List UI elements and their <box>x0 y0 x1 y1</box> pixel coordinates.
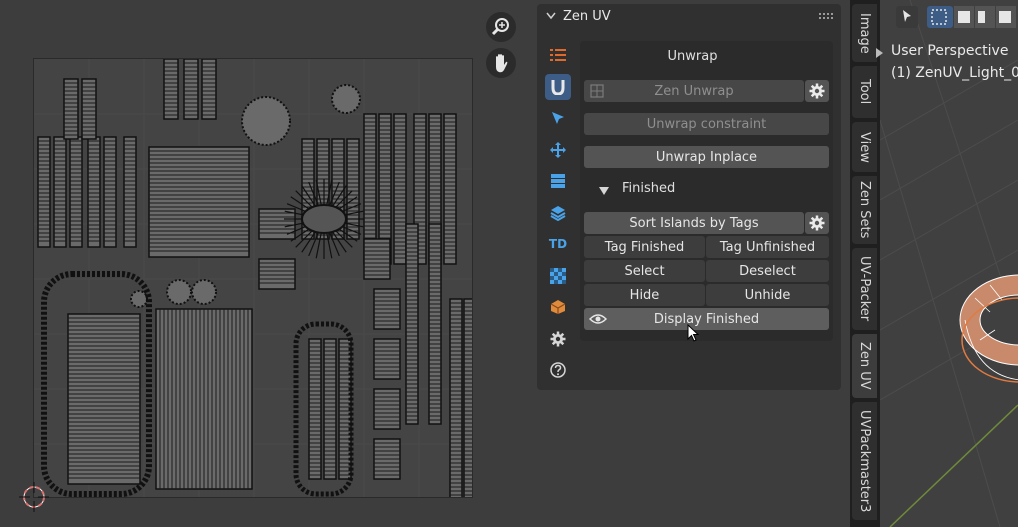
mouse-pointer-icon <box>687 324 700 342</box>
tab-select[interactable] <box>545 105 571 131</box>
2d-cursor-icon[interactable] <box>19 482 49 512</box>
chevron-down-icon <box>546 12 556 20</box>
uv-islands <box>34 59 472 497</box>
unwrap-inplace-button[interactable]: Unwrap Inplace <box>584 146 829 168</box>
deselect-finished-button[interactable]: Deselect <box>706 260 829 282</box>
tab-uv-packer[interactable]: UV-Packer <box>852 248 877 330</box>
tab-checker[interactable] <box>545 263 571 289</box>
zen-unwrap-button[interactable]: Zen Unwrap <box>584 80 804 102</box>
panel-header[interactable]: Zen UV <box>537 4 841 30</box>
gear-icon <box>809 83 825 99</box>
viewport-object-label: (1) ZenUV_Light_01 <box>891 65 1018 81</box>
tab-preferences[interactable] <box>545 326 571 352</box>
tab-zen-sets[interactable]: Zen Sets <box>852 176 877 244</box>
expand-arrow-icon[interactable] <box>876 48 883 58</box>
mesh-torus[interactable] <box>959 274 1018 383</box>
tab-help[interactable] <box>545 357 571 383</box>
sidebar-tabs: Image Tool View Zen Sets UV-Packer Zen U… <box>850 0 880 527</box>
display-finished-button[interactable]: Display Finished <box>584 308 829 330</box>
zen-unwrap-settings-button[interactable] <box>805 80 829 102</box>
uv-editor[interactable] <box>0 0 536 527</box>
tab-stack[interactable] <box>545 168 571 194</box>
blender-window: Zen UV TD Unwrap Zen Unwrap Unwrap const… <box>0 0 1018 527</box>
tag-unfinished-button[interactable]: Tag Unfinished <box>706 236 829 258</box>
tab-list[interactable] <box>545 42 571 68</box>
checker-icon <box>550 267 566 284</box>
hand-icon <box>496 54 508 73</box>
tag-finished-button[interactable]: Tag Finished <box>584 236 705 258</box>
tab-zen-uv[interactable]: Zen UV <box>852 334 877 398</box>
tab-texel-density[interactable]: TD <box>545 231 571 257</box>
tab-pack[interactable] <box>545 294 571 320</box>
display-finished-label: Display Finished <box>653 311 760 327</box>
unhide-finished-button[interactable]: Unhide <box>706 284 829 306</box>
viewport-select-tools <box>896 6 1016 28</box>
viewport-perspective-label: User Perspective <box>891 43 1009 59</box>
help-icon <box>550 362 566 378</box>
unwrap-section: Unwrap Zen Unwrap Unwrap constraint Unwr… <box>580 41 833 341</box>
triangle-down-icon[interactable] <box>599 187 609 195</box>
zen-unwrap-icon <box>590 84 604 98</box>
select-arrow-icon <box>552 112 564 124</box>
select-mode-icons <box>896 6 1016 28</box>
package-icon <box>550 300 566 314</box>
sort-islands-button[interactable]: Sort Islands by Tags <box>584 212 804 234</box>
tab-image[interactable]: Image <box>852 4 877 62</box>
tab-layers[interactable] <box>545 200 571 226</box>
select-finished-button[interactable]: Select <box>584 260 705 282</box>
hide-finished-button[interactable]: Hide <box>584 284 705 306</box>
move-icon <box>550 141 566 158</box>
pan-button[interactable] <box>486 48 516 78</box>
eye-icon <box>589 314 607 324</box>
list-icon <box>550 49 566 61</box>
tab-view[interactable]: View <box>852 122 877 172</box>
zoom-icon <box>491 18 509 36</box>
gear-icon <box>550 331 566 346</box>
grid-icon <box>551 174 565 188</box>
unwrap-constraint-button[interactable]: Unwrap constraint <box>584 113 829 135</box>
layers-icon <box>550 205 566 221</box>
unwrap-heading: Unwrap <box>667 49 718 64</box>
uv-canvas[interactable] <box>33 58 473 498</box>
tab-tool[interactable]: Tool <box>852 66 877 118</box>
drag-handle-icon[interactable] <box>819 13 833 20</box>
zoom-button[interactable] <box>486 12 516 42</box>
magnet-icon <box>551 79 565 95</box>
invert-select-icon <box>999 11 1011 23</box>
finished-heading[interactable]: Finished <box>622 181 675 196</box>
gear-icon <box>809 215 825 231</box>
tab-uvpackmaster3[interactable]: UVPackmaster3 <box>852 402 877 520</box>
td-icon: TD <box>548 237 568 251</box>
tab-unwrap[interactable] <box>545 73 571 100</box>
subtract-select-icon <box>978 11 985 23</box>
zen-unwrap-label: Zen Unwrap <box>654 83 734 99</box>
panel-title: Zen UV <box>563 9 611 24</box>
tab-transform[interactable] <box>545 137 571 163</box>
zen-uv-panel: Zen UV TD Unwrap Zen Unwrap Unwrap const… <box>537 4 841 390</box>
sort-settings-button[interactable] <box>805 212 829 234</box>
zen-icon-strip: TD <box>545 42 571 389</box>
extend-select-icon <box>958 11 970 23</box>
